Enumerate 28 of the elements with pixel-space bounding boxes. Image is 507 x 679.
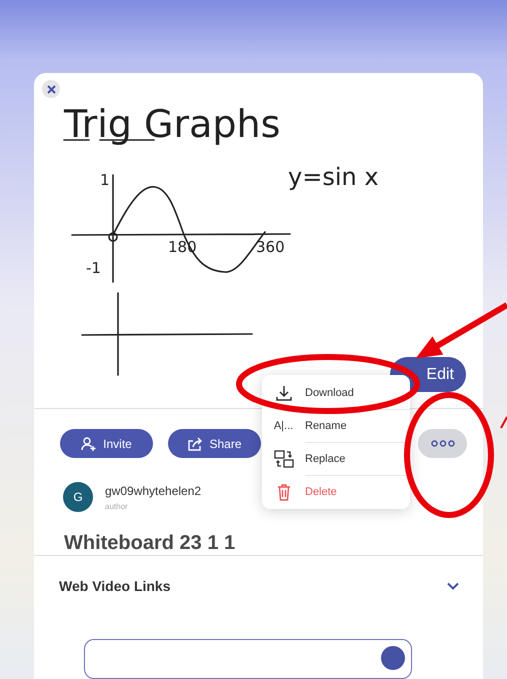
menu-item[interactable]: Replace bbox=[305, 453, 346, 465]
avatar: G bbox=[63, 482, 93, 512]
more-icon bbox=[430, 440, 454, 447]
download-icon bbox=[274, 384, 292, 402]
chevron-icon[interactable] bbox=[447, 582, 459, 590]
menu-item[interactable]: Rename bbox=[305, 420, 347, 432]
input-field[interactable] bbox=[84, 639, 412, 679]
close-icon bbox=[46, 84, 56, 94]
handwritten-label: 360 bbox=[256, 240, 285, 255]
close-button[interactable] bbox=[42, 80, 60, 98]
handwritten-label: y=sin x bbox=[288, 165, 379, 189]
send-button[interactable] bbox=[381, 646, 405, 670]
invite-button[interactable]: Invite bbox=[60, 429, 153, 458]
handwritten-label: 1 bbox=[100, 173, 110, 188]
replace-icon bbox=[274, 450, 294, 468]
share-icon bbox=[187, 436, 204, 452]
section-title: Web Video Links bbox=[59, 578, 171, 594]
author-role: author bbox=[105, 502, 129, 510]
menu-item[interactable]: Download bbox=[305, 386, 354, 398]
share-button[interactable]: Share bbox=[168, 429, 261, 458]
more-button[interactable] bbox=[418, 429, 467, 458]
handwritten-label: -1 bbox=[86, 261, 101, 276]
add-person-icon bbox=[81, 436, 98, 452]
trash-icon bbox=[276, 482, 290, 500]
handwritten-title: Trig Graphs bbox=[64, 105, 280, 143]
board-title: Whiteboard 23 1 1 bbox=[64, 532, 236, 554]
author-name: gw09whytehelen2 bbox=[105, 484, 202, 498]
rename-icon: A|... bbox=[274, 420, 294, 432]
